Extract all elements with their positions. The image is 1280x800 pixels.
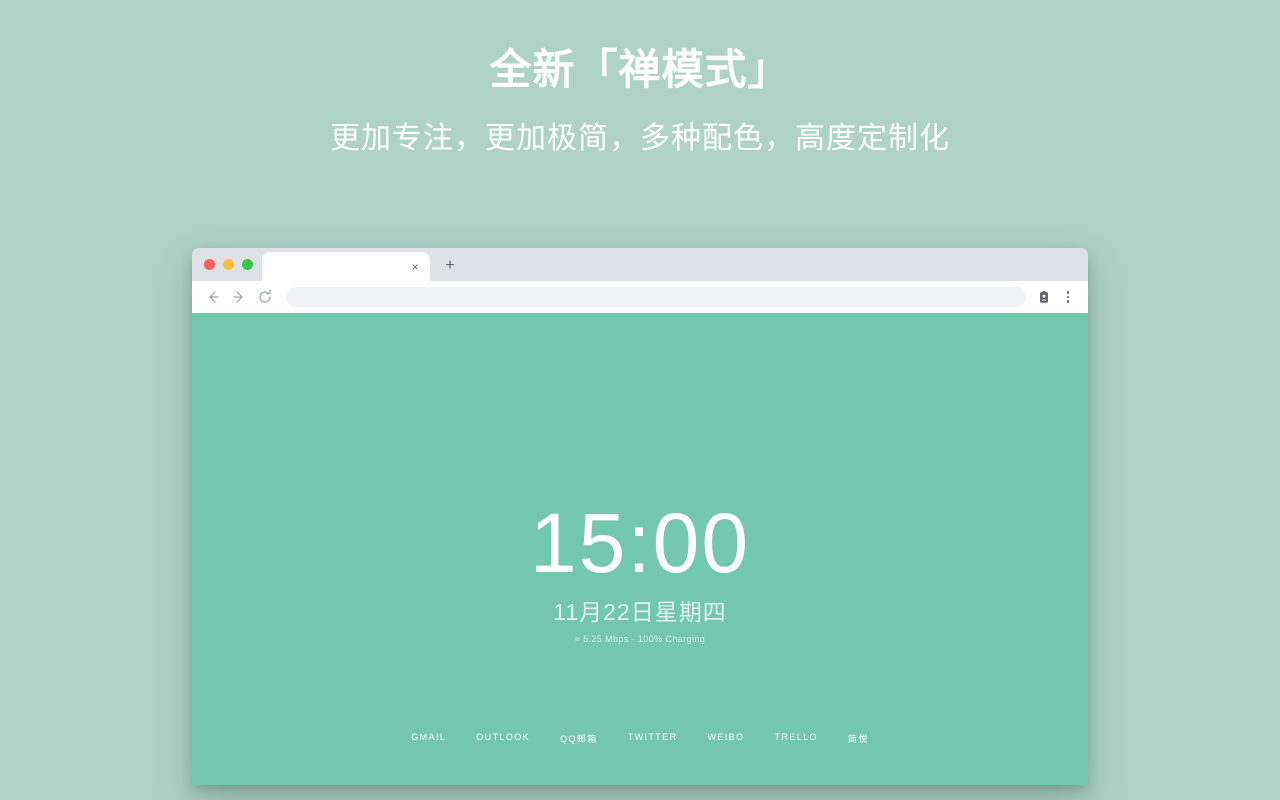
zen-clock-block: 15:00 11月22日星期四 ≈ 5.25 Mbps · 100% Charg…: [192, 501, 1088, 644]
reload-icon[interactable]: [252, 284, 278, 310]
page-title: 全新「禅模式」: [489, 46, 791, 93]
window-controls: [192, 248, 262, 281]
quick-link-weibo[interactable]: WEIBO: [707, 732, 744, 745]
clock-date: 11月22日星期四: [553, 599, 727, 625]
address-bar-input[interactable]: [286, 287, 1026, 307]
minimize-window-button[interactable]: [223, 259, 234, 270]
browser-window: × + 15:00 11月22日星期四 ≈ 5.25 Mbps · 100% C…: [192, 248, 1088, 785]
profile-icon[interactable]: [1032, 285, 1056, 309]
three-dot-glyph: [1066, 291, 1070, 303]
forward-arrow-icon[interactable]: [226, 284, 252, 310]
quick-link-gmail[interactable]: GMAIL: [411, 732, 446, 745]
tab-strip: × +: [192, 248, 1088, 281]
quick-link-trello[interactable]: TRELLO: [775, 732, 818, 745]
close-window-button[interactable]: [204, 259, 215, 270]
back-arrow-icon[interactable]: [200, 284, 226, 310]
zen-mode-page: 15:00 11月22日星期四 ≈ 5.25 Mbps · 100% Charg…: [192, 313, 1088, 785]
browser-toolbar: [192, 281, 1088, 313]
menu-icon[interactable]: [1056, 285, 1080, 309]
new-tab-button[interactable]: +: [437, 253, 463, 279]
quick-link-outlook[interactable]: OUTLOOK: [476, 732, 530, 745]
quick-link-qqmail[interactable]: QQ邮箱: [560, 732, 598, 745]
browser-tab[interactable]: ×: [262, 252, 430, 281]
close-tab-icon[interactable]: ×: [407, 259, 423, 275]
status-line: ≈ 5.25 Mbps · 100% Charging: [574, 634, 706, 644]
quick-link-jianyue[interactable]: 简悦: [848, 732, 869, 745]
page-subtitle: 更加专注，更加极简，多种配色，高度定制化: [330, 121, 950, 155]
quick-link-twitter[interactable]: TWITTER: [628, 732, 678, 745]
promo-header: 全新「禅模式」 更加专注，更加极简，多种配色，高度定制化: [0, 0, 1280, 158]
maximize-window-button[interactable]: [242, 259, 253, 270]
clock-time: 15:00: [529, 496, 751, 590]
quick-links: GMAIL OUTLOOK QQ邮箱 TWITTER WEIBO TRELLO …: [192, 732, 1088, 745]
